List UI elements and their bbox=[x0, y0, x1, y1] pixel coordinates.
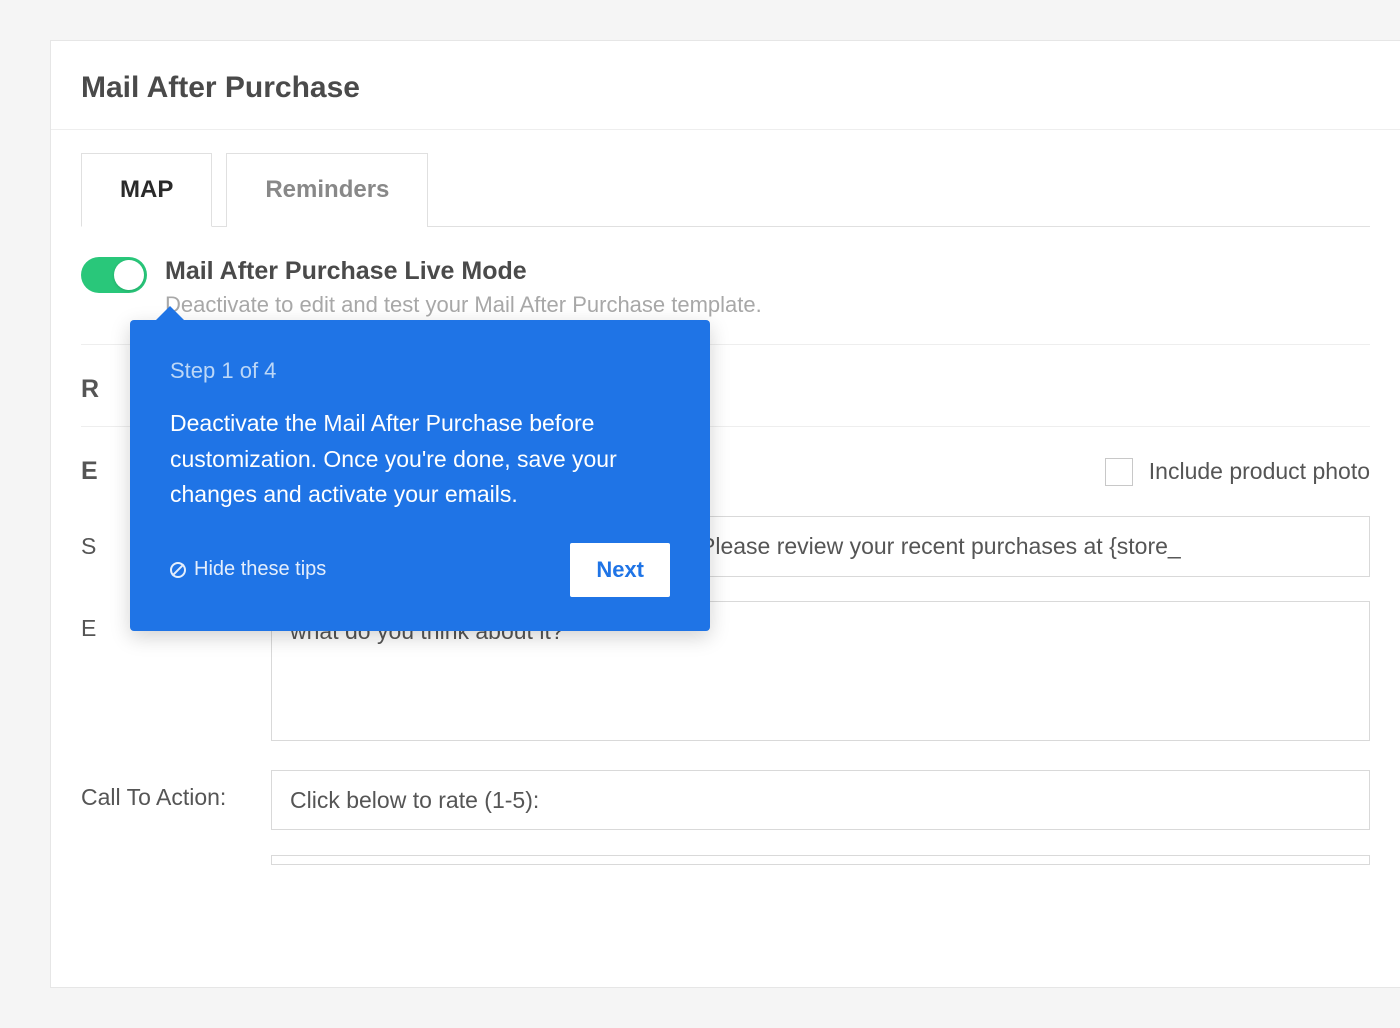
cta-input[interactable] bbox=[271, 770, 1370, 830]
popover-step: Step 1 of 4 bbox=[170, 358, 670, 384]
ban-icon bbox=[170, 562, 186, 578]
toggle-knob bbox=[114, 260, 144, 290]
hide-tips-label: Hide these tips bbox=[194, 558, 326, 581]
email-section-label: E bbox=[81, 457, 98, 486]
cta-row: Call To Action: bbox=[81, 770, 1370, 830]
include-product-photo-wrap: Include product photo bbox=[1105, 458, 1370, 486]
live-mode-toggle[interactable] bbox=[81, 257, 147, 293]
live-mode-text: Mail After Purchase Live Mode Deactivate… bbox=[165, 257, 762, 318]
tab-reminders[interactable]: Reminders bbox=[226, 153, 428, 227]
include-product-photo-label: Include product photo bbox=[1149, 458, 1370, 485]
next-button[interactable]: Next bbox=[570, 543, 670, 597]
cta-label: Call To Action: bbox=[81, 770, 271, 811]
popover-body: Deactivate the Mail After Purchase befor… bbox=[170, 406, 670, 513]
extra-row bbox=[81, 854, 1370, 872]
hide-tips-link[interactable]: Hide these tips bbox=[170, 558, 326, 581]
subject-label-start: S bbox=[81, 533, 96, 560]
include-product-photo-checkbox[interactable] bbox=[1105, 458, 1133, 486]
tabs: MAP Reminders bbox=[81, 152, 1370, 227]
popover-footer: Hide these tips Next bbox=[170, 543, 670, 597]
page-title: Mail After Purchase bbox=[51, 41, 1400, 130]
live-mode-subtitle: Deactivate to edit and test your Mail Af… bbox=[165, 292, 762, 318]
subject-input[interactable] bbox=[681, 516, 1370, 577]
extra-input[interactable] bbox=[271, 855, 1370, 865]
live-mode-title: Mail After Purchase Live Mode bbox=[165, 257, 762, 286]
onboarding-popover: Step 1 of 4 Deactivate the Mail After Pu… bbox=[130, 320, 710, 631]
tab-map[interactable]: MAP bbox=[81, 153, 212, 227]
